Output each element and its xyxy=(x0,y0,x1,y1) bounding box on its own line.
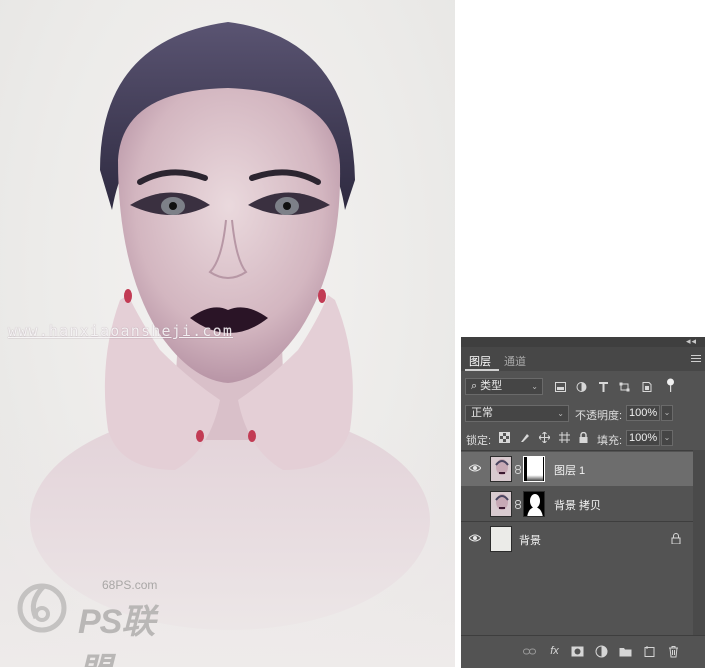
fill-slider-button[interactable]: ⌄ xyxy=(661,430,673,446)
layer-thumbnail xyxy=(490,491,512,517)
lock-transparent-pixels-icon[interactable] xyxy=(499,432,510,443)
opacity-input[interactable]: 100% xyxy=(626,405,660,421)
logo-name: PS联盟 xyxy=(78,603,155,667)
layer-thumbnail xyxy=(490,526,512,552)
layer-thumbnail xyxy=(490,456,512,482)
type-filter-icon[interactable] xyxy=(598,382,609,392)
visibility-eye-icon[interactable] xyxy=(469,464,481,472)
layer-mask-thumbnail[interactable] xyxy=(523,456,545,482)
smart-object-filter-icon[interactable] xyxy=(641,382,652,392)
adjustment-icon[interactable] xyxy=(595,645,608,658)
group-icon[interactable] xyxy=(619,645,632,658)
mask-icon[interactable] xyxy=(571,645,584,658)
filter-kind-value: 类型 xyxy=(480,380,503,392)
layer-name: 图层 1 xyxy=(554,465,586,477)
filter-toggle-icon[interactable] xyxy=(665,378,676,392)
layer-row-background[interactable]: 背景 xyxy=(461,522,693,556)
layer-name: 背景 拷贝 xyxy=(554,500,602,512)
visibility-toggle-empty[interactable] xyxy=(468,497,481,510)
opacity-label: 不透明度: xyxy=(575,410,623,422)
blend-mode-select[interactable]: 正常 ⌄ xyxy=(465,405,569,422)
adjustment-filter-icon[interactable] xyxy=(576,382,587,392)
link-icon[interactable] xyxy=(523,645,536,658)
layer-name: 背景 xyxy=(519,535,541,547)
lock-image-pixels-icon[interactable] xyxy=(519,432,530,443)
search-icon: ⌕ xyxy=(471,380,478,392)
lock-icon xyxy=(671,533,681,544)
canvas-photo: www.hanxiaoansheji.com 68PS.com PS联盟 xyxy=(0,0,455,667)
lock-row: 锁定: 填充: 100% ⌄ xyxy=(461,430,705,448)
trash-icon[interactable] xyxy=(667,645,680,658)
mask-link-icon[interactable] xyxy=(515,500,521,509)
lock-position-icon[interactable] xyxy=(539,432,550,443)
divider xyxy=(461,450,705,451)
image-filter-icon[interactable] xyxy=(555,382,566,392)
tab-channels[interactable]: 通道 xyxy=(504,353,526,369)
panel-tab-bar: 图层 通道 xyxy=(461,347,705,371)
layers-scrollbar[interactable] xyxy=(693,450,705,635)
blend-row: 正常 ⌄ 不透明度: 100% ⌄ xyxy=(461,405,705,423)
fill-input[interactable]: 100% xyxy=(626,430,660,446)
mask-link-icon[interactable] xyxy=(515,465,521,474)
filter-kind-select[interactable]: ⌕ 类型 ⌄ xyxy=(465,378,543,395)
fx-icon[interactable]: fx xyxy=(548,645,561,658)
layer-row-background-copy[interactable]: 背景 拷贝 xyxy=(461,487,693,521)
lock-label: 锁定: xyxy=(466,435,492,447)
chevron-down-icon: ⌄ xyxy=(557,409,564,418)
panel-title-strip: ◂◂ xyxy=(461,336,705,347)
filter-row: ⌕ 类型 ⌄ xyxy=(461,378,705,398)
logo-site: 68PS.com xyxy=(102,578,158,592)
lock-all-icon[interactable] xyxy=(578,432,589,443)
chevron-down-icon: ⌄ xyxy=(531,382,538,391)
lock-artboard-icon[interactable] xyxy=(559,432,570,443)
panel-menu-icon[interactable] xyxy=(691,355,701,363)
ps-union-logo: 68PS.com PS联盟 xyxy=(14,578,184,667)
new-layer-icon[interactable] xyxy=(643,645,656,658)
tab-layers[interactable]: 图层 xyxy=(469,353,491,369)
visibility-eye-icon[interactable] xyxy=(469,534,481,542)
collapse-panel-icon[interactable]: ◂◂ xyxy=(686,336,697,347)
layer-mask-thumbnail[interactable] xyxy=(523,491,545,517)
active-tab-indicator xyxy=(465,369,499,371)
logo-mark-icon xyxy=(17,583,67,633)
layers-panel: ◂◂ 图层 通道 ⌕ 类型 ⌄ 正常 ⌄ 不透明度: 100% ⌄ 锁定: 填充: xyxy=(461,336,705,668)
opacity-slider-button[interactable]: ⌄ xyxy=(661,405,673,421)
layer-row-layer-1[interactable]: 图层 1 xyxy=(461,452,693,486)
fill-label: 填充: xyxy=(597,435,623,447)
layers-bottom-toolbar: fx xyxy=(461,635,705,668)
shape-filter-icon[interactable] xyxy=(619,382,630,392)
watermark-url: www.hanxiaoansheji.com xyxy=(8,322,234,340)
blend-mode-value: 正常 xyxy=(471,407,493,419)
